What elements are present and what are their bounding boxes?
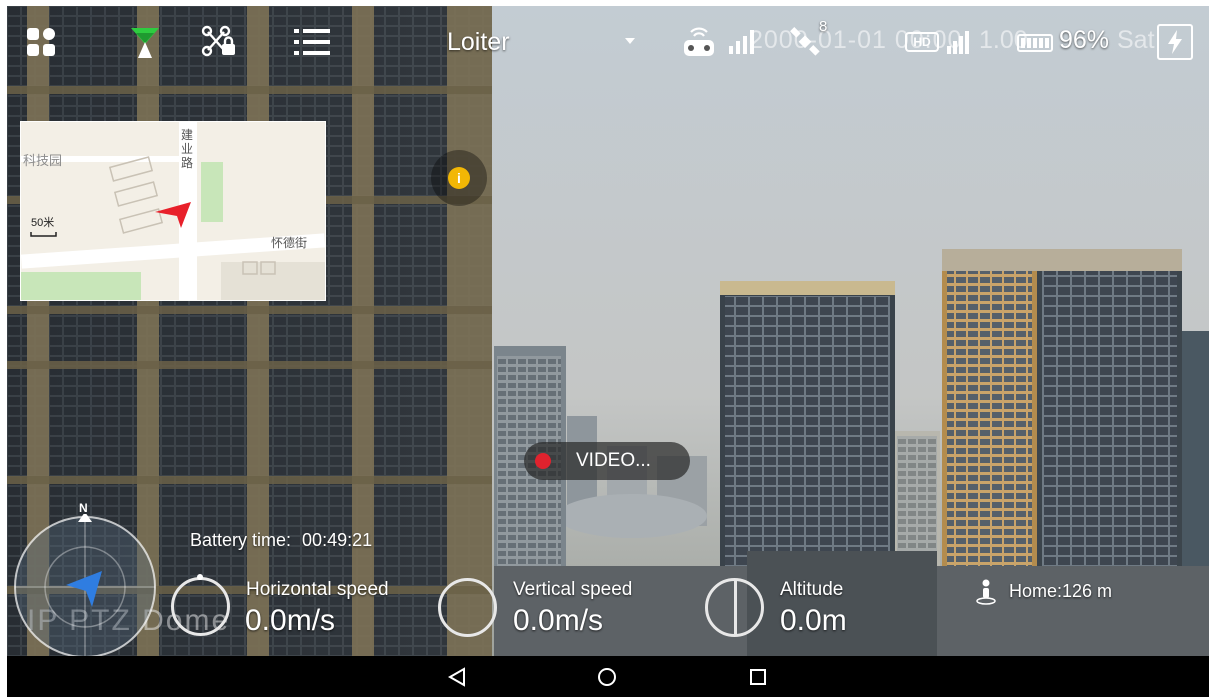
recents-button[interactable]	[733, 656, 783, 697]
altitude-value: 0.0m	[780, 604, 847, 637]
compass-north-label: N	[79, 501, 88, 515]
map-label-road-horizontal: 怀德街	[271, 236, 308, 250]
dropdown-caret-icon	[625, 38, 635, 44]
signal-beacon-icon[interactable]	[123, 22, 167, 62]
recents-square-icon	[750, 668, 766, 685]
drone-heading-arrow-icon	[66, 571, 102, 607]
gps-satellite-count: 8	[819, 18, 828, 35]
map-scale-label: 50米	[31, 217, 55, 229]
flight-mode-label: Loiter	[447, 28, 510, 56]
satellite-icon	[787, 22, 823, 60]
altitude-gauge	[705, 578, 764, 637]
battery-time-value: 00:49:21	[302, 530, 373, 550]
suffix-text: Sat	[1117, 26, 1155, 54]
map-label-road-vertical: 建业路	[181, 128, 194, 170]
hd-signal-bars-icon	[943, 28, 973, 56]
battery-percent: 96%	[1059, 26, 1110, 54]
video-status-label: VIDEO...	[576, 450, 651, 471]
altitude-label: Altitude	[780, 579, 844, 600]
battery-time-label: Battery time:	[190, 530, 292, 550]
app-screen: Loiter 2000-01-01 00:00 8 HD 1.00 96% Sa…	[7, 6, 1209, 697]
map-label-tech-park: 科技园	[23, 153, 63, 168]
charging-icon[interactable]	[1157, 24, 1193, 60]
battery-time: Battery time: 00:49:21	[190, 530, 372, 551]
home-button[interactable]	[582, 656, 632, 697]
vertical-speed-label: Vertical speed	[513, 579, 633, 600]
altitude-gauge-line	[734, 581, 737, 634]
map-drone-arrow-icon	[155, 202, 191, 228]
hd-video-icon: HD	[905, 32, 939, 52]
horizontal-speed-label: Horizontal speed	[246, 579, 389, 600]
vertical-speed-gauge	[438, 578, 497, 637]
horizontal-speed-gauge-dot	[197, 574, 203, 580]
minimap[interactable]: 科技园 建业路 怀德街 50米	[20, 121, 326, 301]
video-status-pill[interactable]: VIDEO...	[524, 442, 690, 480]
drone-lock-icon[interactable]	[197, 22, 241, 62]
home-circle-icon	[598, 667, 616, 686]
camera-feed	[7, 6, 1209, 656]
hd-label: HD	[913, 35, 931, 49]
list-menu-icon[interactable]	[289, 22, 335, 62]
home-distance-text: Home:126 m	[1009, 581, 1113, 601]
horizontal-speed-value: 0.0m/s	[245, 604, 336, 637]
horizontal-speed-gauge	[171, 574, 230, 636]
record-dot-icon	[535, 453, 551, 469]
info-icon[interactable]: i	[431, 150, 487, 206]
battery-icon	[1017, 34, 1053, 52]
compass-icon[interactable]: N	[12, 501, 158, 660]
remote-controller-icon	[679, 22, 719, 60]
vertical-speed-value: 0.0m/s	[513, 604, 604, 637]
flight-mode-selector[interactable]: Loiter	[447, 26, 647, 60]
back-button[interactable]	[432, 656, 482, 697]
back-triangle-icon	[447, 666, 465, 687]
android-navigation-bar	[7, 656, 1209, 697]
home-person-icon	[976, 579, 996, 605]
apps-grid-icon[interactable]	[21, 24, 61, 60]
